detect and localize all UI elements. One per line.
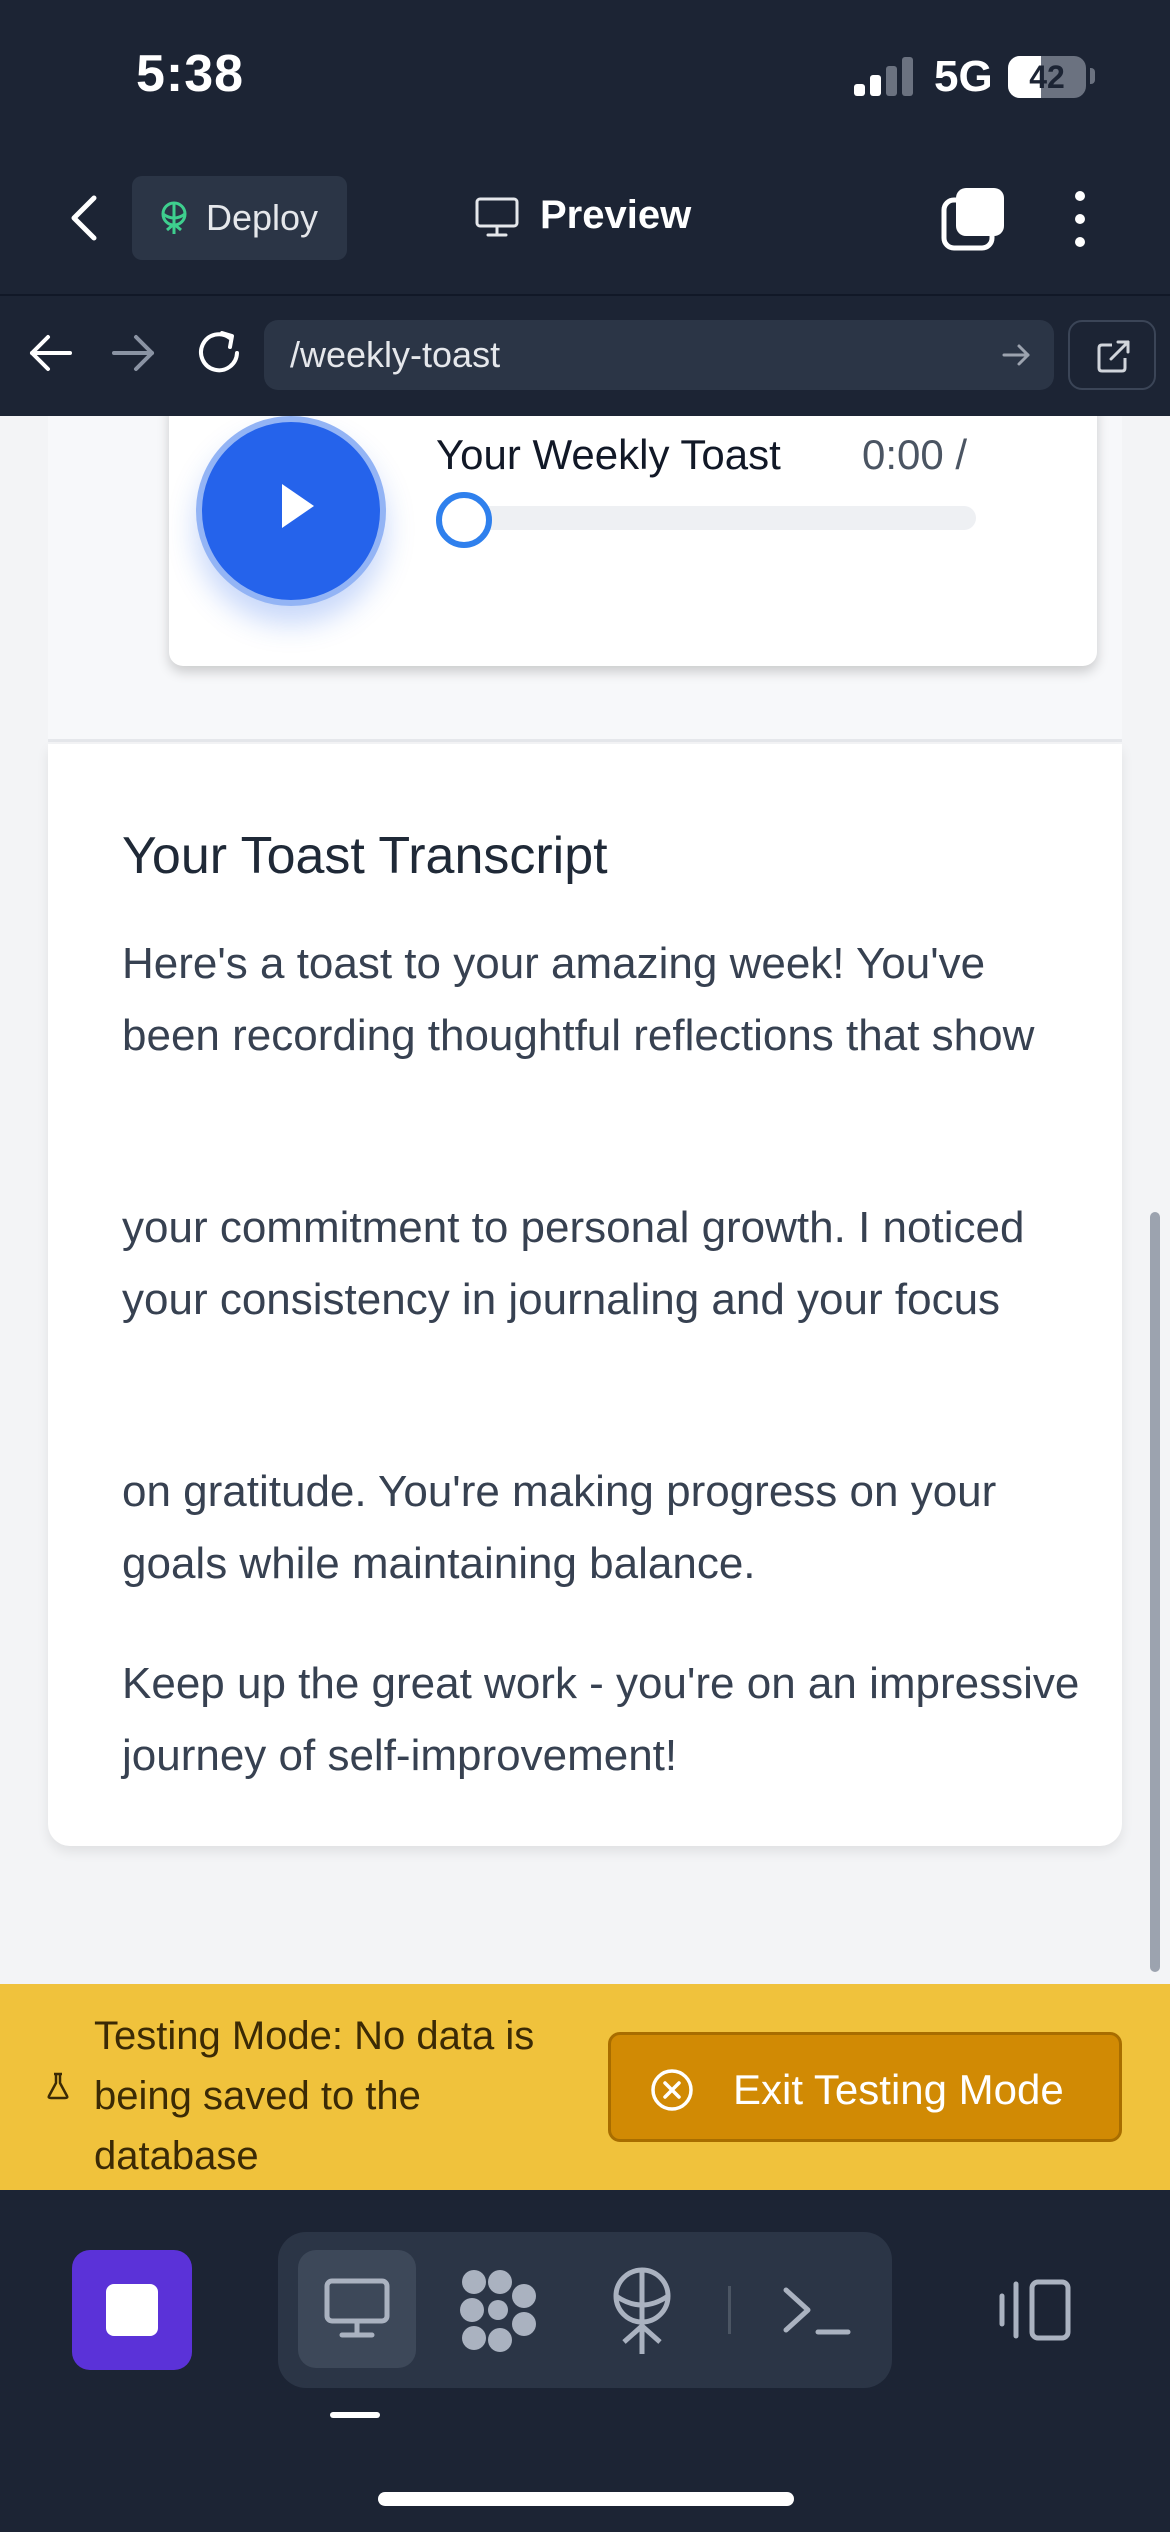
signal-bar: [870, 75, 881, 96]
external-link-icon: [1097, 340, 1130, 373]
monitor-icon: [475, 197, 519, 237]
signal-bar: [886, 66, 897, 96]
home-indicator[interactable]: [378, 2492, 794, 2506]
url-text: /weekly-toast: [290, 334, 501, 375]
toolbar-divider: [728, 2286, 731, 2334]
testing-mode-banner: Testing Mode: No data is being saved to …: [0, 1984, 1170, 2190]
deploy-icon: [161, 201, 187, 234]
transcript-paragraph: on gratitude. You're making progress on …: [122, 1467, 997, 1588]
exit-testing-mode-label: Exit Testing Mode: [733, 2066, 1064, 2113]
seek-handle[interactable]: [436, 492, 492, 548]
preview-label: Preview: [540, 193, 692, 237]
bottom-toolbar: [0, 2190, 1170, 2532]
deploy-button[interactable]: Deploy: [132, 176, 347, 260]
open-external-button[interactable]: [1068, 320, 1156, 390]
play-icon: [282, 484, 314, 528]
deploy-icon[interactable]: [598, 2262, 686, 2358]
track-title: Your Weekly Toast: [436, 431, 781, 478]
network-type: 5G: [934, 52, 993, 101]
deploy-label: Deploy: [206, 197, 319, 238]
battery-level: 42: [1029, 59, 1065, 95]
transcript-paragraph: your commitment to personal growth. I no…: [122, 1203, 1025, 1324]
reload-icon: [199, 331, 239, 373]
browser-back-button[interactable]: [24, 326, 78, 380]
tool-switcher: [278, 2232, 892, 2388]
signal-icon: [854, 56, 916, 96]
app-icon: [106, 2284, 158, 2336]
layout-toggle-icon[interactable]: [998, 2250, 1078, 2370]
app-button[interactable]: [72, 2250, 192, 2370]
reload-button[interactable]: [190, 324, 248, 382]
more-vertical-icon: [1075, 191, 1085, 247]
more-options-button[interactable]: [1054, 186, 1106, 252]
app-header: Deploy Preview: [0, 150, 1170, 296]
transcript-paragraph: Here's a toast to your amazing week! You…: [122, 939, 1035, 1060]
transcript-paragraph: Keep up the great work - you're on an im…: [122, 1659, 1080, 1780]
scrollbar[interactable]: [1150, 1212, 1160, 1972]
desktop-icon: [324, 2278, 390, 2338]
battery-nub: [1090, 68, 1095, 84]
url-field[interactable]: /weekly-toast: [264, 320, 1054, 390]
exit-testing-mode-button[interactable]: Exit Testing Mode: [608, 2032, 1122, 2142]
signal-bar: [854, 84, 865, 96]
status-time: 5:38: [136, 45, 245, 103]
terminal-icon[interactable]: [768, 2262, 868, 2358]
page-content[interactable]: Your Weekly Toast 0:00 / Your Toast Tran…: [0, 416, 1170, 1984]
active-tab-indicator: [330, 2412, 380, 2418]
track-time: 0:00 /: [862, 431, 968, 478]
arrow-right-icon: [112, 335, 154, 371]
transcript-title: Your Toast Transcript: [122, 827, 608, 885]
chevron-left-icon: [71, 195, 97, 241]
battery-icon: 42: [1008, 56, 1086, 98]
back-button[interactable]: [56, 188, 116, 248]
tabs-icon: [941, 188, 1004, 251]
arrow-left-icon: [30, 335, 72, 371]
desktop-tool-button[interactable]: [298, 2250, 416, 2368]
close-circle-icon: [651, 2069, 693, 2111]
testing-mode-message: Testing Mode: No data is being saved to …: [94, 2014, 535, 2178]
go-arrow-icon[interactable]: [1000, 338, 1034, 372]
browser-forward-button[interactable]: [106, 326, 160, 380]
tabs-button[interactable]: [940, 186, 1006, 252]
signal-bar: [902, 57, 913, 96]
play-button[interactable]: [196, 416, 386, 606]
modules-icon[interactable]: [450, 2262, 546, 2358]
flask-icon: [47, 2072, 69, 2100]
seek-bar[interactable]: [436, 506, 976, 530]
browser-toolbar: /weekly-toast: [0, 298, 1170, 416]
transcript-card: Your Toast Transcript Here's a toast to …: [48, 744, 1122, 1846]
status-bar: 5:38 5G 42: [0, 0, 1170, 150]
